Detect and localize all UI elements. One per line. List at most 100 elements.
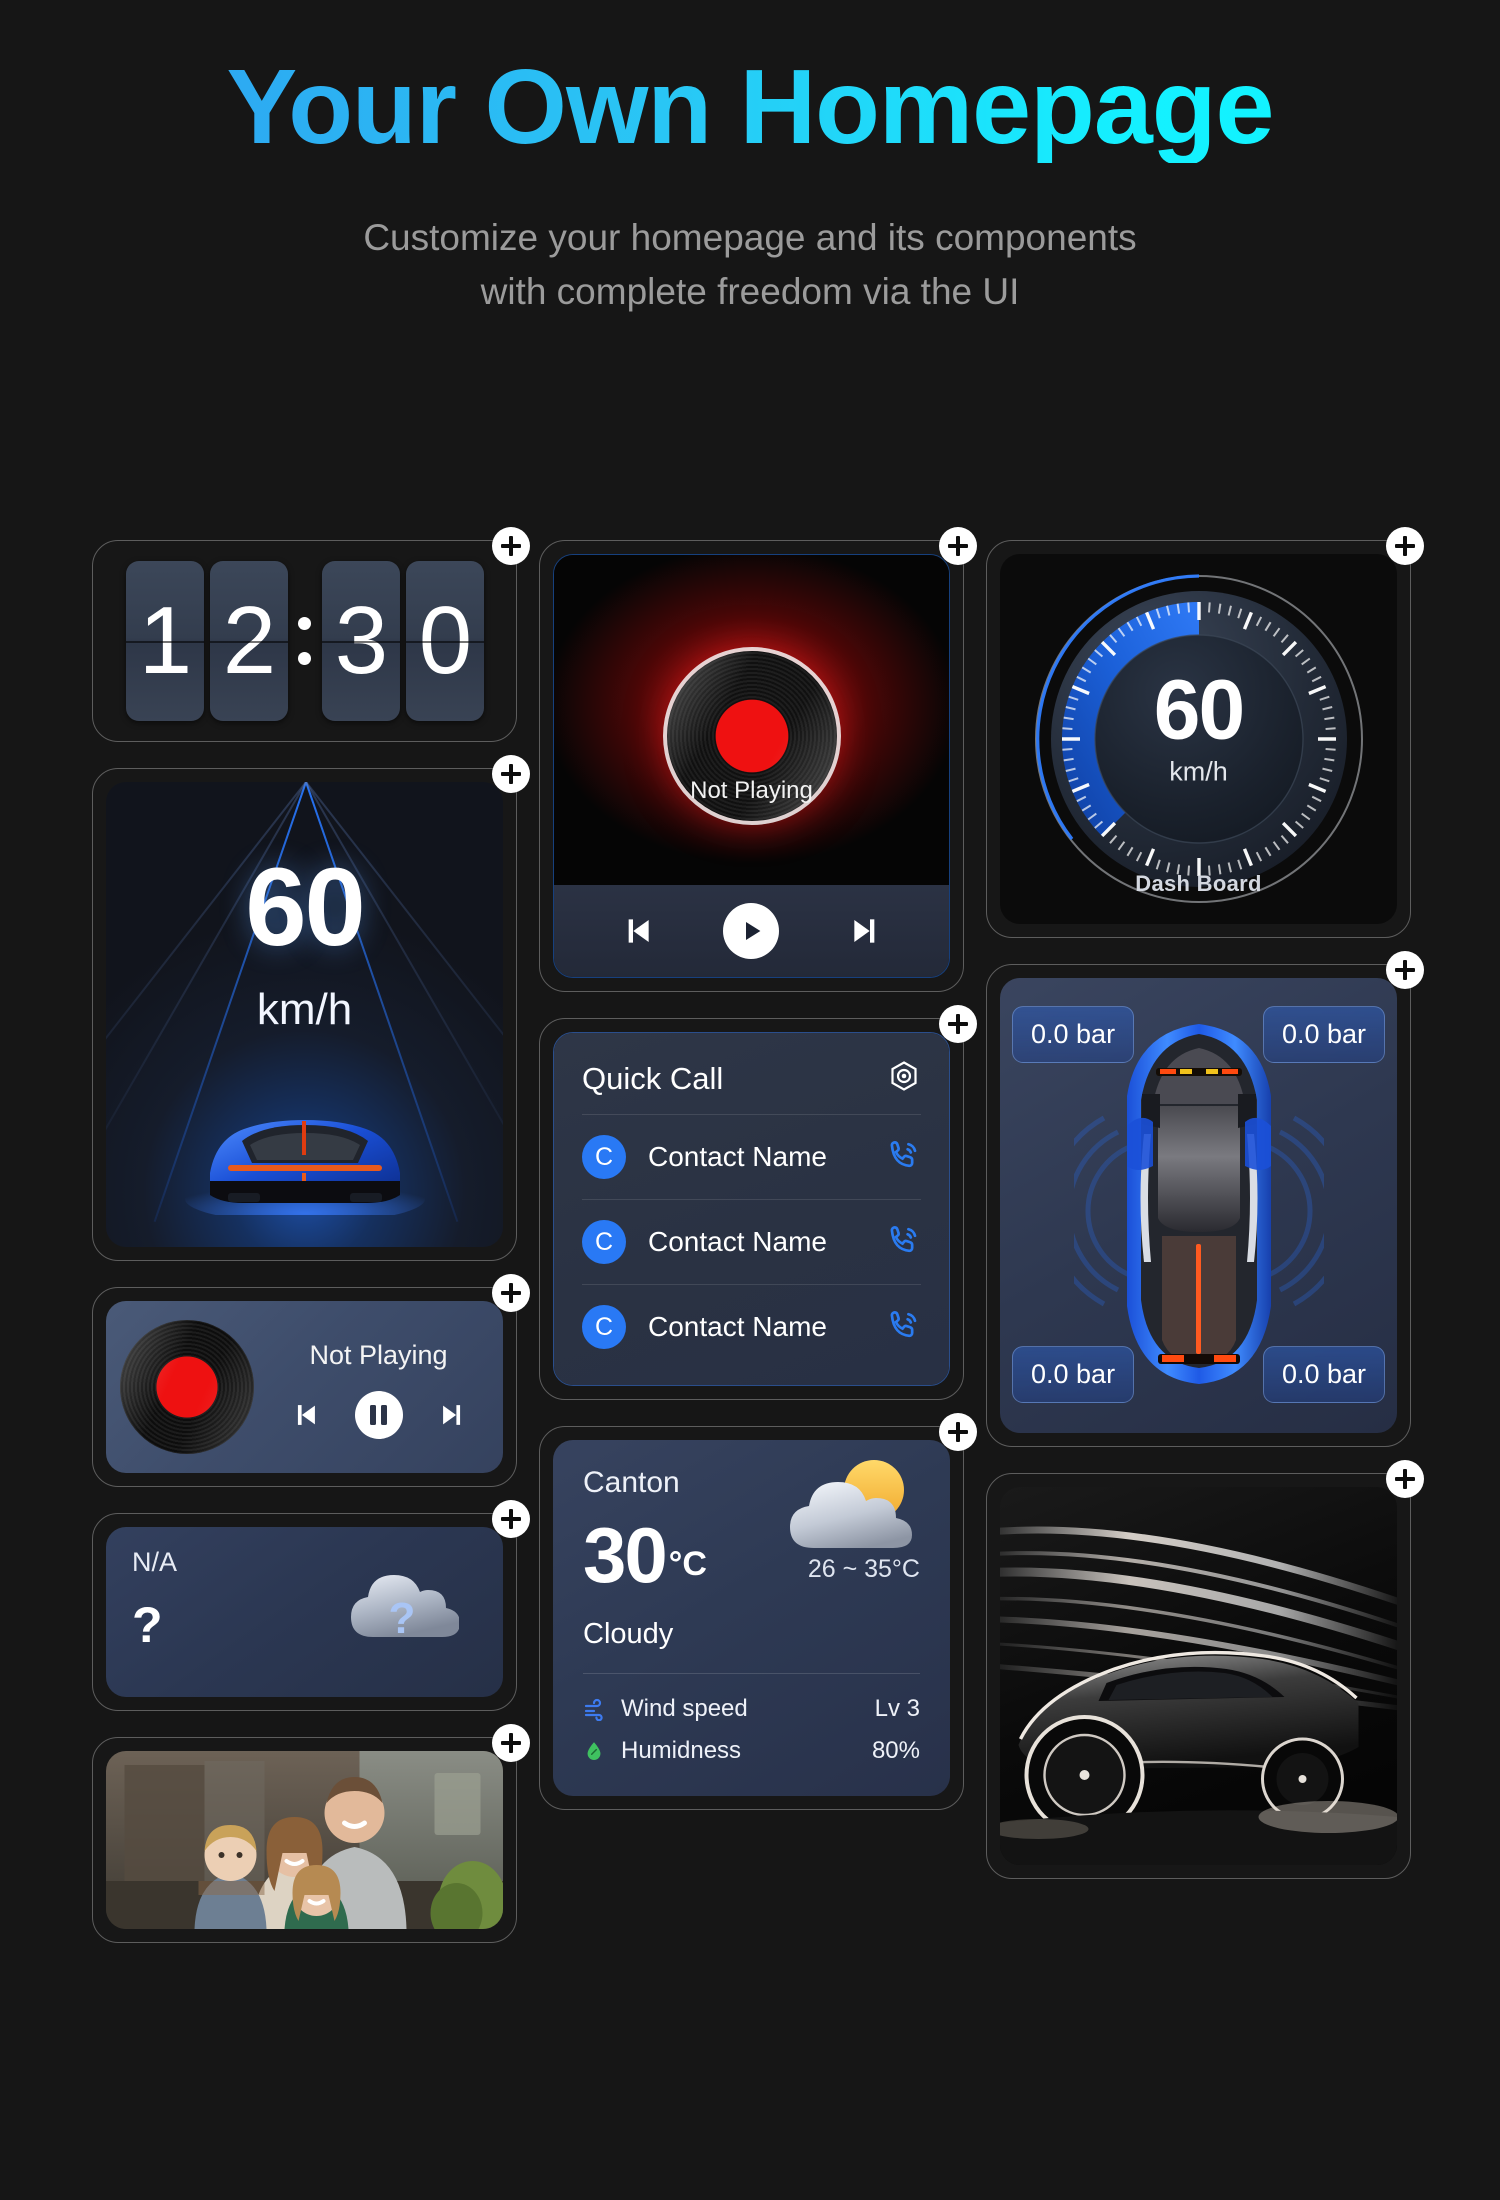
clock-digit-hour-ones: 2 [209, 561, 288, 721]
quick-call-row[interactable]: C Contact Name [582, 1284, 921, 1369]
homepage-root: Your Own Homepage Customize your homepag… [0, 0, 1500, 2200]
tire-pressure-rear-right-value: 0.0 bar [1281, 1359, 1366, 1389]
avatar: C [582, 1135, 626, 1179]
tire-pressure-rear-right: 0.0 bar [1262, 1346, 1385, 1403]
music-mini-widget[interactable]: Not Playing [92, 1274, 530, 1487]
weather-widget[interactable]: Canton 30 °C 26 ~ 35°C Cloudy Wind speed… [539, 1413, 977, 1810]
tire-pressure-body: 0.0 bar 0.0 bar 0.0 bar 0.0 bar [1000, 978, 1397, 1433]
skip-next-icon[interactable] [846, 911, 886, 951]
contact-name: Contact Name [648, 1141, 827, 1172]
car-wallpaper-widget[interactable] [986, 1460, 1424, 1879]
music-mini-inner: Not Playing [106, 1301, 503, 1473]
phone-call-icon[interactable] [885, 1137, 921, 1178]
skip-previous-icon[interactable] [617, 911, 657, 951]
wind-icon [583, 1697, 609, 1721]
music-player-art: Not Playing [554, 555, 949, 885]
music-player-controls [554, 885, 949, 977]
hex-settings-icon[interactable] [887, 1059, 921, 1098]
flip-clock: 1 2 3 0 [93, 541, 516, 741]
add-widget-button-music-mini[interactable] [492, 1274, 530, 1312]
music-player-inner: Not Playing [553, 554, 950, 978]
add-widget-button-weather-na[interactable] [492, 1500, 530, 1538]
weather-temperature: 30 [583, 1511, 668, 1599]
weather-detail-label: Humidness [621, 1736, 742, 1764]
widget-grid: 1 2 3 0 60 km/h Not Playing N/A ? ? Not … [92, 527, 1424, 1969]
widget-column-center: Not Playing Quick Call C Contact Name C … [539, 527, 977, 1969]
add-widget-button-family-photo[interactable] [492, 1724, 530, 1762]
tire-pressure-rear-left: 0.0 bar [1012, 1346, 1135, 1403]
quick-call-widget[interactable]: Quick Call C Contact Name C Contact Name… [539, 1005, 977, 1400]
quick-call-row[interactable]: C Contact Name [582, 1199, 921, 1284]
dashboard-widget[interactable]: 60 km/h Dash Board [986, 527, 1424, 938]
weather-divider [583, 1672, 920, 1674]
weather-na-widget[interactable]: N/A ? ? [92, 1500, 530, 1711]
add-widget-button-car-wallpaper[interactable] [1386, 1460, 1424, 1498]
family-photo-widget[interactable] [92, 1724, 530, 1943]
music-mini-controls-area: Not Playing [254, 1336, 503, 1439]
add-widget-button-music-player[interactable] [939, 527, 977, 565]
speed-unit: km/h [256, 985, 353, 1034]
quick-call-title: Quick Call [582, 1060, 724, 1096]
tire-pressure-inner: 0.0 bar 0.0 bar 0.0 bar 0.0 bar [1000, 978, 1397, 1433]
clock-digit-minute-ones: 0 [405, 561, 484, 721]
weather-inner: Canton 30 °C 26 ~ 35°C Cloudy Wind speed… [553, 1440, 950, 1796]
family-photo-image [106, 1751, 503, 1929]
tire-pressure-widget[interactable]: 0.0 bar 0.0 bar 0.0 bar 0.0 bar [986, 951, 1424, 1447]
weather-body: Canton 30 °C 26 ~ 35°C Cloudy Wind speed… [553, 1440, 950, 1796]
clock-digit-value: 0 [418, 587, 472, 694]
pause-icon[interactable] [354, 1390, 403, 1439]
play-icon[interactable] [723, 903, 780, 959]
car-rear-illustration [184, 1120, 425, 1215]
gauge-readout: 60 km/h [1153, 662, 1245, 787]
page-subtitle-line-2: with complete freedom via the UI [480, 270, 1020, 312]
add-widget-button-clock[interactable] [492, 527, 530, 565]
gauge-unit: km/h [1169, 756, 1228, 787]
music-player-widget[interactable]: Not Playing [539, 527, 977, 992]
add-widget-button-dashboard[interactable] [1386, 527, 1424, 565]
music-mini-body: Not Playing [106, 1301, 503, 1473]
clock-digit-value: 1 [138, 587, 192, 694]
quick-call-row[interactable]: C Contact Name [582, 1114, 921, 1199]
gauge-label: Dash Board [1135, 871, 1262, 896]
quick-call-body: Quick Call C Contact Name C Contact Name… [554, 1033, 949, 1385]
clock-colon [294, 617, 316, 665]
clock-widget[interactable]: 1 2 3 0 [92, 527, 530, 742]
gauge-value: 60 [1153, 662, 1245, 757]
tire-pressure-rear-left-value: 0.0 bar [1031, 1359, 1116, 1389]
skip-previous-icon[interactable] [285, 1395, 325, 1435]
add-widget-button-speed-hud[interactable] [492, 755, 530, 793]
tire-pressure-front-left: 0.0 bar [1012, 1006, 1135, 1063]
weather-detail-value: 80% [871, 1736, 920, 1764]
family-photo-inner [106, 1751, 503, 1929]
page-header: Your Own Homepage Customize your homepag… [0, 0, 1500, 319]
widget-column-left: 1 2 3 0 60 km/h Not Playing N/A ? ? [92, 527, 530, 1969]
add-widget-button-quick-call[interactable] [939, 1005, 977, 1043]
add-widget-button-tire-pressure[interactable] [1386, 951, 1424, 989]
page-subtitle-line-1: Customize your homepage and its componen… [363, 217, 1137, 259]
contact-name: Contact Name [648, 1311, 827, 1342]
weather-detail-wind: Wind speed Lv 3 [583, 1688, 920, 1730]
phone-call-icon[interactable] [885, 1222, 921, 1263]
clock-digit-minute-tens: 3 [321, 561, 400, 721]
car-wallpaper-inner [1000, 1487, 1397, 1865]
tire-pressure-front-right-value: 0.0 bar [1281, 1019, 1366, 1049]
weather-detail-label: Wind speed [621, 1694, 748, 1722]
weather-detail-humidity: Humidness 80% [583, 1730, 920, 1772]
skip-next-icon[interactable] [433, 1395, 473, 1435]
weather-na-body: N/A ? ? [106, 1527, 503, 1697]
weather-condition: Cloudy [583, 1617, 674, 1650]
music-player-status: Not Playing [690, 777, 813, 804]
speedometer-gauge: 60 km/h Dash Board [1029, 569, 1369, 909]
add-widget-button-weather[interactable] [939, 1413, 977, 1451]
svg-text:?: ? [389, 1594, 416, 1643]
tire-pressure-front-right: 0.0 bar [1262, 1006, 1385, 1063]
quick-call-header: Quick Call [582, 1059, 921, 1098]
phone-call-icon[interactable] [885, 1307, 921, 1348]
speed-value: 60 [245, 846, 365, 969]
speed-hud-widget[interactable]: 60 km/h [92, 755, 530, 1261]
widget-column-right: 60 km/h Dash Board 0.0 bar 0.0 bar 0.0 b… [986, 527, 1424, 1969]
clock-digit-value: 3 [334, 587, 388, 694]
page-subtitle: Customize your homepage and its componen… [0, 211, 1500, 318]
weather-detail-value: Lv 3 [874, 1694, 920, 1722]
avatar: C [582, 1220, 626, 1264]
